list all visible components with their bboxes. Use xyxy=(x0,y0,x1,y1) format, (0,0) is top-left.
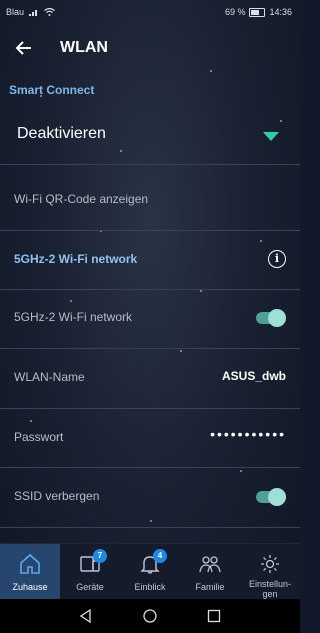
tab-label: Zuhause xyxy=(12,582,48,592)
dropdown-caret-icon xyxy=(263,132,279,141)
devices-badge: 7 xyxy=(93,549,107,563)
password-value: ••••••••••• xyxy=(210,426,286,442)
smart-connect-dropdown[interactable]: Deaktivieren xyxy=(0,112,300,164)
info-icon[interactable]: i xyxy=(268,250,286,268)
tab-label: Einblick xyxy=(134,582,166,592)
tab-insight[interactable]: 4 Einblick xyxy=(120,544,180,600)
insight-badge: 4 xyxy=(153,549,167,563)
family-icon xyxy=(199,556,221,573)
tab-label: Einstellun- gen xyxy=(248,579,292,599)
page-title: WLAN xyxy=(60,39,108,56)
gear-icon xyxy=(261,555,279,573)
divider xyxy=(0,164,300,165)
wlan-name-value: ASUS_dwb xyxy=(221,369,286,383)
divider xyxy=(0,230,300,231)
hide-ssid-row: SSID verbergen xyxy=(0,469,300,527)
status-bar: Blau 69 % 14:36 xyxy=(0,0,300,26)
network-enable-row: 5GHz-2 Wi-Fi network xyxy=(0,290,300,348)
password-row[interactable]: Passwort ••••••••••• xyxy=(0,410,300,468)
nav-back-icon[interactable] xyxy=(78,608,94,624)
clock: 14:36 xyxy=(269,7,292,17)
network-header-row: 5GHz-2 Wi-Fi network i xyxy=(0,232,300,290)
smart-connect-value: Deaktivieren xyxy=(17,125,106,142)
nav-home-icon[interactable] xyxy=(142,608,158,624)
network-enable-toggle[interactable] xyxy=(256,309,286,327)
tab-family[interactable]: Familie xyxy=(180,544,240,600)
row-label: WLAN-Name xyxy=(14,370,85,384)
wlan-name-row[interactable]: WLAN-Name ASUS_dwb xyxy=(0,350,300,408)
toggle-thumb xyxy=(268,309,286,327)
divider xyxy=(0,527,300,528)
smart-connect-label: Smart Connect xyxy=(9,83,95,97)
divider xyxy=(0,467,300,468)
tab-label: Geräte xyxy=(76,582,104,592)
row-label: SSID verbergen xyxy=(14,489,100,503)
bottom-tab-bar: Zuhause 7 Geräte 4 Einblick Familie Eins… xyxy=(0,543,300,600)
tab-devices[interactable]: 7 Geräte xyxy=(60,544,120,600)
nav-recents-icon[interactable] xyxy=(206,608,222,624)
row-label: Wi-Fi QR-Code anzeigen xyxy=(14,192,149,206)
tab-home[interactable]: Zuhause xyxy=(0,544,60,600)
network-section-label: 5GHz-2 Wi-Fi network xyxy=(14,252,138,266)
signal-icon xyxy=(29,10,38,16)
tab-label: Familie xyxy=(195,582,225,592)
row-label: Passwort xyxy=(14,430,64,444)
show-qr-code-row[interactable]: Wi-Fi QR-Code anzeigen xyxy=(0,172,300,230)
battery-icon xyxy=(249,7,266,17)
toggle-thumb xyxy=(268,488,286,506)
divider xyxy=(0,408,300,409)
tab-settings[interactable]: Einstellun- gen xyxy=(240,544,300,600)
row-label: 5GHz-2 Wi-Fi network xyxy=(14,310,133,324)
home-icon xyxy=(20,553,40,574)
back-arrow-icon[interactable] xyxy=(12,36,36,60)
hide-ssid-toggle[interactable] xyxy=(256,488,286,506)
divider xyxy=(0,348,300,349)
battery-percent: 69 % xyxy=(224,7,246,17)
wifi-status-icon xyxy=(44,8,55,16)
carrier-label: Blau xyxy=(6,7,25,17)
app-bar: WLAN xyxy=(0,26,300,70)
system-nav-bar xyxy=(0,599,300,633)
